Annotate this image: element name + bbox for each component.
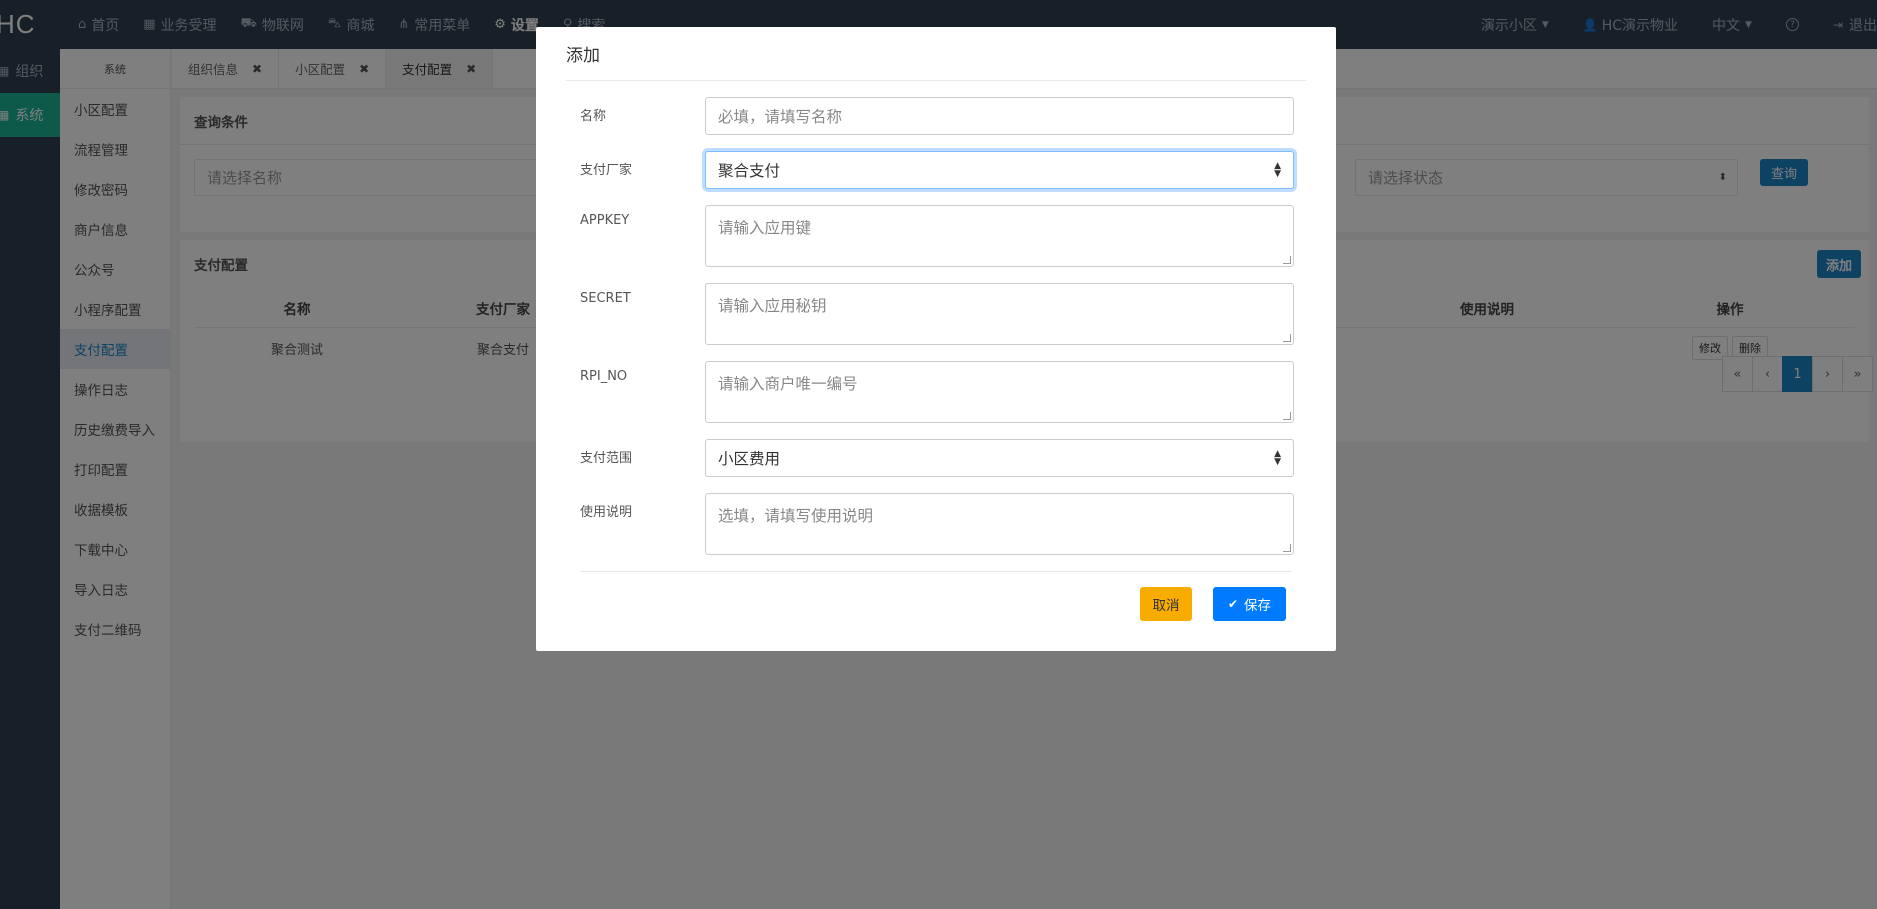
rpi-no-placeholder: 请输入商户唯一编号 xyxy=(718,375,858,393)
scope-select[interactable]: 小区费用 ▲ ▼ xyxy=(705,439,1294,477)
resize-handle-icon[interactable] xyxy=(1283,334,1291,342)
name-label: 名称 xyxy=(580,109,607,124)
add-payment-config-modal: 添加 名称 必填，请填写名称 支付厂家 聚合支付 ▲ ▼ APPKEY 请输入应用键… xyxy=(536,27,1336,651)
resize-handle-icon[interactable] xyxy=(1283,256,1291,264)
secret-placeholder: 请输入应用秘钥 xyxy=(718,297,827,315)
appkey-placeholder: 请输入应用键 xyxy=(718,219,812,237)
rpi-no-textarea[interactable]: 请输入商户唯一编号 xyxy=(705,361,1294,423)
select-arrows-icon: ▲ ▼ xyxy=(1274,449,1281,467)
modal-divider xyxy=(566,80,1306,81)
scope-label: 支付范围 xyxy=(580,451,633,466)
select-arrows-icon: ▲ ▼ xyxy=(1274,161,1281,179)
remark-label: 使用说明 xyxy=(580,505,633,520)
resize-handle-icon[interactable] xyxy=(1283,544,1291,552)
rpi-no-label: RPI_NO xyxy=(580,369,628,384)
resize-handle-icon[interactable] xyxy=(1283,412,1291,420)
modal-footer-divider xyxy=(580,571,1292,572)
name-input[interactable]: 必填，请填写名称 xyxy=(705,97,1294,135)
vendor-label: 支付厂家 xyxy=(580,163,633,178)
modal-title: 添加 xyxy=(566,46,600,66)
secret-label: SECRET xyxy=(580,291,631,306)
save-label: 保存 xyxy=(1244,598,1272,614)
vendor-value: 聚合支付 xyxy=(718,162,781,180)
remark-textarea[interactable]: 选填，请填写使用说明 xyxy=(705,493,1294,555)
vendor-select[interactable]: 聚合支付 ▲ ▼ xyxy=(705,151,1294,189)
cancel-button[interactable]: 取消 xyxy=(1140,587,1192,621)
name-placeholder: 必填，请填写名称 xyxy=(718,108,843,126)
appkey-label: APPKEY xyxy=(580,213,630,228)
remark-placeholder: 选填，请填写使用说明 xyxy=(718,507,874,525)
check-icon: ✔ xyxy=(1227,597,1239,611)
save-button[interactable]: ✔ 保存 xyxy=(1213,587,1286,621)
scope-value: 小区费用 xyxy=(718,450,781,468)
secret-textarea[interactable]: 请输入应用秘钥 xyxy=(705,283,1294,345)
appkey-textarea[interactable]: 请输入应用键 xyxy=(705,205,1294,267)
